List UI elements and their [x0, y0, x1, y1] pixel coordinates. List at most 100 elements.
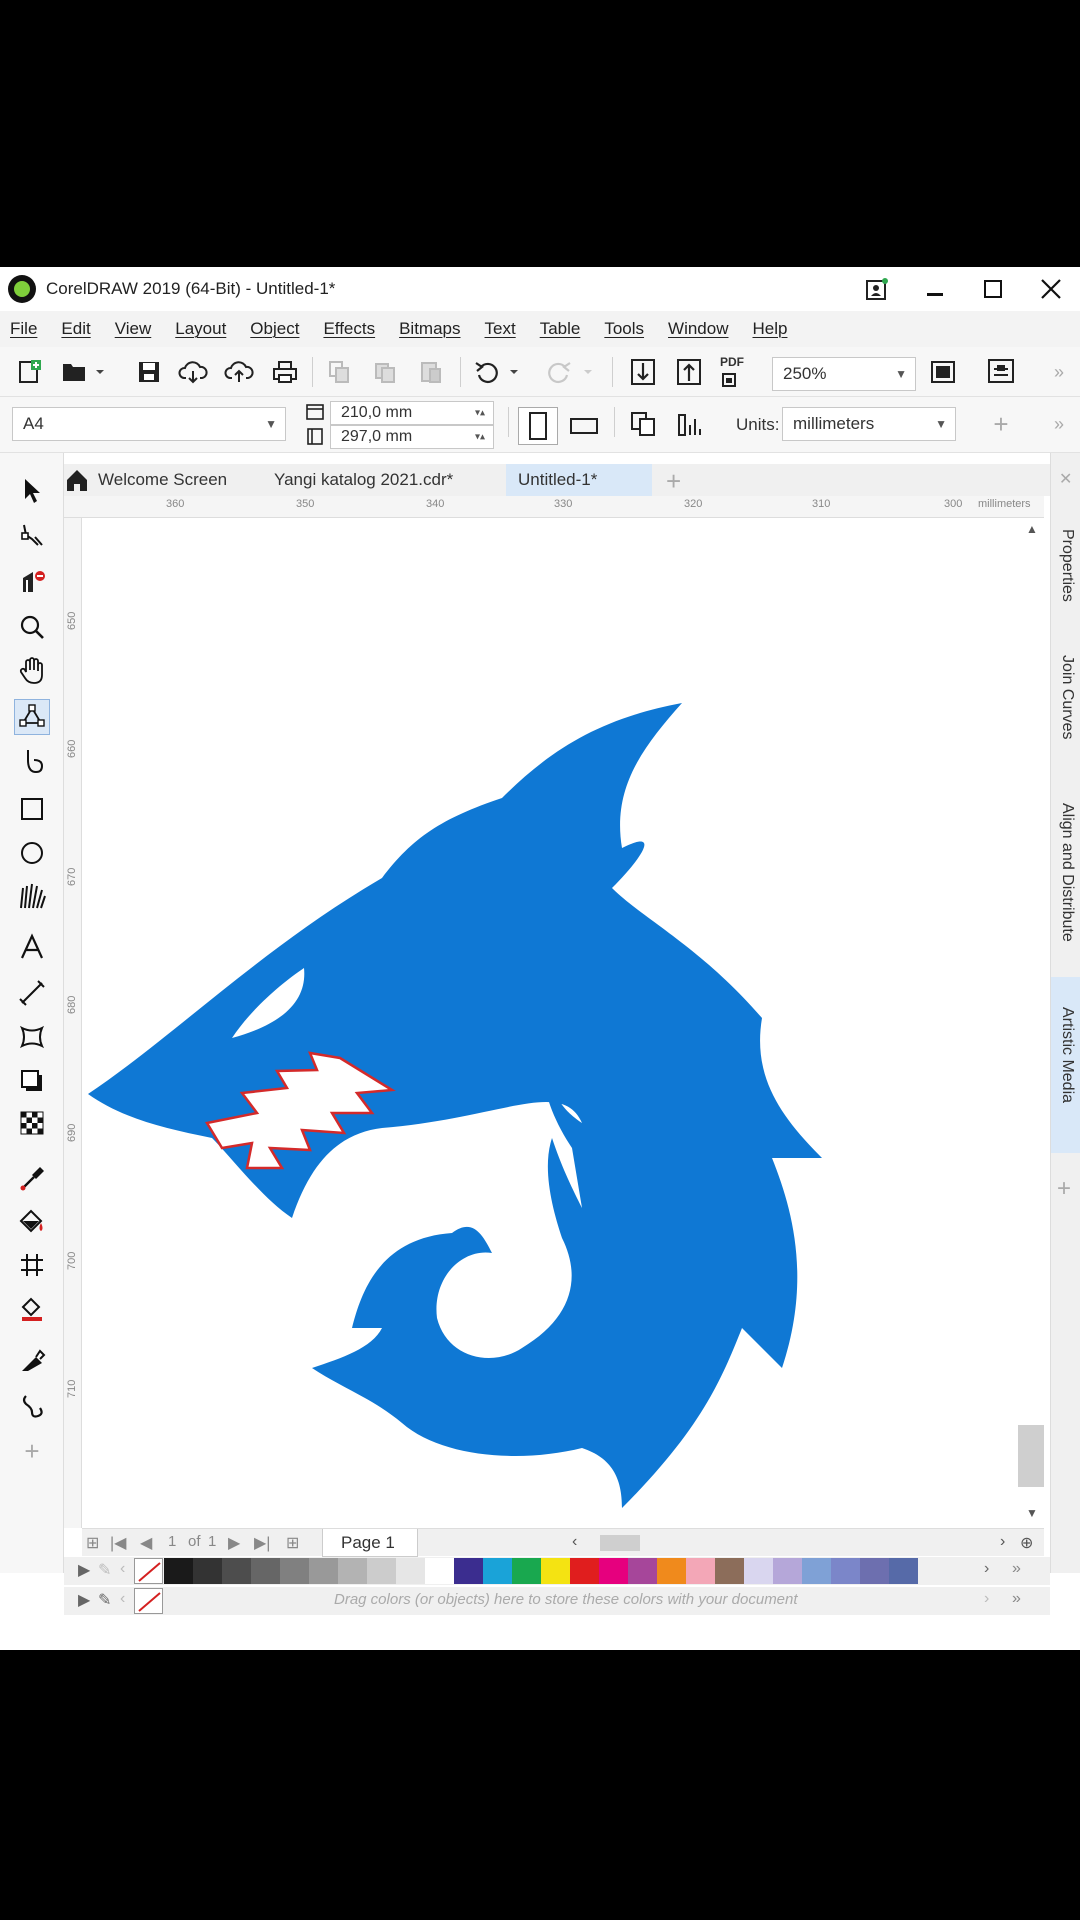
- vertical-ruler[interactable]: 650 660 670 680 690 700 710: [64, 518, 82, 1528]
- interactive-fill-tool-icon[interactable]: [14, 1203, 50, 1239]
- property-overflow-icon[interactable]: »: [1046, 407, 1072, 441]
- doc-palette-eyedropper-icon[interactable]: ✎: [98, 1590, 111, 1610]
- color-swatch[interactable]: [396, 1558, 425, 1584]
- next-page-icon[interactable]: ▶: [228, 1533, 240, 1553]
- color-swatch[interactable]: [454, 1558, 483, 1584]
- add-preset-icon[interactable]: +: [984, 407, 1018, 441]
- color-swatch[interactable]: [744, 1558, 773, 1584]
- doc-palette-overflow-icon[interactable]: »: [1012, 1590, 1021, 1608]
- import-icon[interactable]: [626, 355, 660, 389]
- cut-disabled-icon[interactable]: [368, 355, 402, 389]
- no-color-swatch[interactable]: [134, 1558, 163, 1584]
- drawing-canvas[interactable]: [82, 518, 1018, 1528]
- zoom-level-combo[interactable]: 250% ▼: [772, 357, 916, 391]
- menu-view[interactable]: View: [115, 319, 152, 339]
- crop-tool-icon[interactable]: [14, 565, 50, 601]
- undo-dropdown-icon[interactable]: [504, 355, 524, 389]
- scroll-up-icon[interactable]: ▲: [1026, 522, 1038, 536]
- drop-shadow-tool-icon[interactable]: [14, 1063, 50, 1099]
- palette-overflow-icon[interactable]: »: [1012, 1560, 1021, 1578]
- undo-icon[interactable]: [470, 355, 504, 389]
- add-page-after-icon[interactable]: ⊞: [286, 1533, 299, 1553]
- open-folder-icon[interactable]: [58, 355, 92, 389]
- page-width-field[interactable]: 210,0 mm ▾▴: [330, 401, 494, 425]
- new-document-icon[interactable]: [12, 355, 46, 389]
- vertical-scrollbar[interactable]: ▲ ▼: [1018, 518, 1044, 1528]
- color-swatch[interactable]: [222, 1558, 251, 1584]
- scroll-down-icon[interactable]: ▼: [1026, 1506, 1038, 1520]
- polygon-tool-icon[interactable]: [14, 879, 50, 915]
- cloud-download-icon[interactable]: [176, 355, 210, 389]
- mesh-fill-tool-icon[interactable]: [14, 1247, 50, 1283]
- color-swatch[interactable]: [831, 1558, 860, 1584]
- shark-artwork[interactable]: [82, 518, 1018, 1528]
- full-screen-icon[interactable]: [926, 355, 960, 389]
- menu-window[interactable]: Window: [668, 319, 728, 339]
- all-pages-icon[interactable]: [626, 407, 660, 441]
- color-swatch[interactable]: [657, 1558, 686, 1584]
- color-swatch[interactable]: [773, 1558, 802, 1584]
- add-page-before-icon[interactable]: ⊞: [86, 1533, 99, 1553]
- menu-help[interactable]: Help: [753, 319, 788, 339]
- toolbar-overflow-icon[interactable]: »: [1046, 355, 1072, 389]
- landscape-orientation-button[interactable]: [564, 407, 604, 445]
- dimension-tool-icon[interactable]: [14, 975, 50, 1011]
- account-icon[interactable]: [848, 267, 906, 311]
- palette-scroll-left-icon[interactable]: ‹: [120, 1560, 125, 1578]
- palette-scroll-right-icon[interactable]: ›: [984, 1560, 989, 1578]
- knife-tool-icon[interactable]: [14, 1343, 50, 1379]
- menu-layout[interactable]: Layout: [175, 319, 226, 339]
- text-tool-icon[interactable]: [14, 929, 50, 965]
- transparency-tool-icon[interactable]: [14, 1105, 50, 1141]
- color-swatch[interactable]: [425, 1558, 454, 1584]
- tab-yangi-katalog[interactable]: Yangi katalog 2021.cdr*: [262, 464, 465, 496]
- cloud-upload-icon[interactable]: [222, 355, 256, 389]
- tab-welcome-screen[interactable]: Welcome Screen: [86, 464, 239, 496]
- artistic-media-tool-icon[interactable]: [14, 1387, 50, 1423]
- color-swatch[interactable]: [889, 1558, 918, 1584]
- color-swatch[interactable]: [715, 1558, 744, 1584]
- horizontal-scroll-thumb[interactable]: [600, 1535, 640, 1551]
- curve-tool-icon[interactable]: [14, 743, 50, 779]
- smart-fill-bucket-icon[interactable]: [14, 1291, 50, 1327]
- minimize-button[interactable]: [906, 267, 964, 311]
- close-docker-icon[interactable]: ✕: [1059, 469, 1072, 489]
- maximize-button[interactable]: [964, 267, 1022, 311]
- color-swatch[interactable]: [599, 1558, 628, 1584]
- rectangle-tool-icon[interactable]: [14, 791, 50, 827]
- menu-edit[interactable]: Edit: [61, 319, 90, 339]
- doc-palette-scroll-right-icon[interactable]: ›: [984, 1590, 989, 1608]
- doc-palette-expand-icon[interactable]: ▶: [78, 1590, 90, 1610]
- vertical-scroll-thumb[interactable]: [1018, 1425, 1044, 1487]
- options-icon[interactable]: [984, 355, 1018, 389]
- palette-expand-icon[interactable]: ▶: [78, 1560, 90, 1580]
- export-icon[interactable]: [672, 355, 706, 389]
- save-icon[interactable]: [132, 355, 166, 389]
- pick-tool-icon[interactable]: [14, 473, 50, 509]
- color-swatch[interactable]: [193, 1558, 222, 1584]
- color-swatch[interactable]: [164, 1558, 193, 1584]
- doc-no-color-swatch[interactable]: [134, 1588, 163, 1614]
- color-swatch[interactable]: [338, 1558, 367, 1584]
- color-swatch[interactable]: [512, 1558, 541, 1584]
- color-swatch[interactable]: [686, 1558, 715, 1584]
- docker-tab-artistic-media[interactable]: Artistic Media: [1051, 977, 1080, 1153]
- zoom-navigator-icon[interactable]: ⊕: [1020, 1533, 1033, 1553]
- new-tab-button[interactable]: +: [666, 466, 681, 497]
- add-docker-icon[interactable]: +: [1057, 1175, 1071, 1203]
- redo-disabled-icon[interactable]: [542, 355, 576, 389]
- color-swatch[interactable]: [860, 1558, 889, 1584]
- color-swatch[interactable]: [483, 1558, 512, 1584]
- docker-tab-join-curves[interactable]: Join Curves: [1051, 625, 1080, 763]
- menu-object[interactable]: Object: [250, 319, 299, 339]
- first-page-icon[interactable]: |◀: [110, 1533, 126, 1553]
- menu-text[interactable]: Text: [485, 319, 516, 339]
- units-combo[interactable]: millimeters ▼: [782, 407, 956, 441]
- color-swatch[interactable]: [541, 1558, 570, 1584]
- copy-disabled-icon[interactable]: [322, 355, 356, 389]
- zoom-tool-icon[interactable]: [14, 609, 50, 645]
- spinner-icon[interactable]: ▾▴: [475, 432, 485, 443]
- page-size-combo[interactable]: A4 ▼: [12, 407, 286, 441]
- menu-effects[interactable]: Effects: [323, 319, 375, 339]
- print-icon[interactable]: [268, 355, 302, 389]
